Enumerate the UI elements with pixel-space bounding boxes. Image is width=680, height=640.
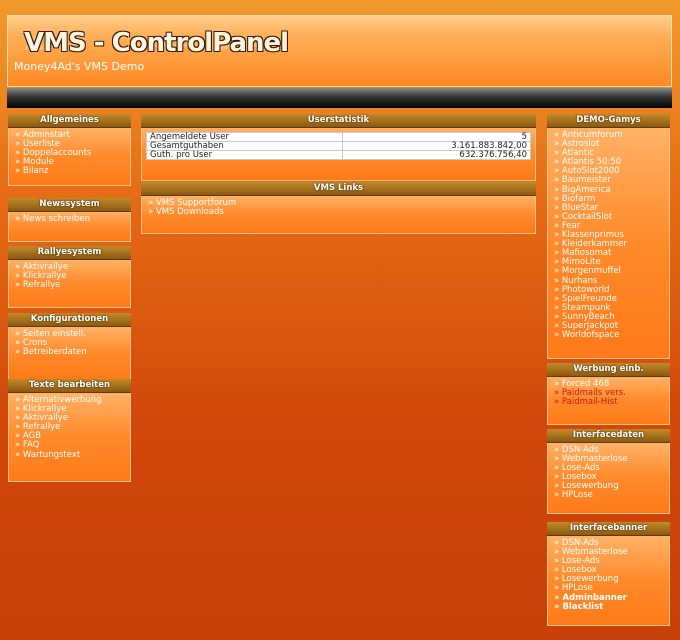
menu-link-blacklist[interactable]: Blacklist	[554, 602, 663, 612]
box-title: Rallyesystem	[8, 246, 131, 260]
box-title: Werbung einb.	[547, 363, 670, 377]
box-title: VMS Links	[141, 182, 536, 196]
box-title: Allgemeines	[8, 114, 131, 128]
box-title: Konfigurationen	[8, 313, 131, 327]
menu-link-refrallye[interactable]: Refrallye	[15, 281, 124, 290]
box-rallyesystem: Rallyesystem AktivrallyeKlickrallyeRefra…	[8, 246, 131, 308]
menu-link-vms-downloads[interactable]: VMS Downloads	[148, 207, 529, 217]
stat-label: Guth. pro User	[146, 150, 343, 160]
box-title: Texte bearbeiten	[8, 379, 131, 393]
box-body: Forced 468Paidmails vers.Paidmail-Hist	[547, 377, 670, 425]
box-body: AlternativwerbungKlickrallyeAktivrallyeR…	[8, 393, 131, 482]
box-body: DSN-AdsWebmasterloseLose-AdsLoseboxLosew…	[547, 536, 670, 626]
stats-table: Angemeldete User 5 Gesamtguthaben 3.161.883…	[146, 132, 532, 160]
box-vms-links: VMS Links VMS SupportforumVMS Downloads	[141, 182, 536, 234]
page-subtitle: Money4Ad's VMS Demo	[14, 60, 145, 73]
box-body: DSN-AdsWebmasterloseLose-AdsLoseboxLosew…	[547, 443, 670, 514]
menu-link-bilanz[interactable]: Bilanz	[15, 167, 124, 176]
page-title: VMS - ControlPanel	[24, 28, 289, 58]
header-divider-bar	[7, 88, 672, 108]
menu-link-betreiberdaten[interactable]: Betreiberdaten	[15, 348, 124, 357]
menu-konfigurationen: Seiten einstell.CronsBetreiberdaten	[15, 329, 124, 357]
menu-werbung-einb: Forced 468Paidmails vers.Paidmail-Hist	[554, 379, 663, 407]
box-werbung-einb: Werbung einb. Forced 468Paidmails vers.P…	[547, 363, 670, 425]
box-title: DEMO-Gamys	[547, 114, 670, 128]
box-title: Newssystem	[8, 198, 131, 212]
box-body: AnticumforumAstroslotAtlanticAtlantis 50…	[547, 128, 670, 359]
box-interfacebanner: Interfacebanner DSN-AdsWebmasterloseLose…	[547, 522, 670, 626]
menu-link-wartungstext[interactable]: Wartungstext	[15, 450, 124, 460]
box-body: AdminstartUserlisteDoppelaccountsModuleB…	[8, 128, 131, 186]
menu-newssystem: News schreiben	[15, 214, 124, 224]
menu-vms-links: VMS SupportforumVMS Downloads	[148, 198, 529, 217]
box-title: Interfacedaten	[547, 429, 670, 443]
menu-link-hplose[interactable]: HPLose	[554, 491, 663, 500]
menu-allgemeines: AdminstartUserlisteDoppelaccountsModuleB…	[15, 130, 124, 176]
menu-link-paidmail-hist[interactable]: Paidmail-Hist	[554, 398, 663, 407]
table-row: Guth. pro User 632.376.756,40	[146, 150, 532, 160]
header-banner: VMS - ControlPanel VMS - ControlPanel Mo…	[7, 15, 672, 87]
stat-value: 632.376.756,40	[341, 150, 532, 160]
box-userstatistik: Userstatistik Angemeldete User 5 Gesamtgut…	[141, 114, 536, 181]
box-interfacedaten: Interfacedaten DSN-AdsWebmasterloseLose-…	[547, 429, 670, 514]
box-body: Angemeldete User 5 Gesamtguthaben 3.161.883…	[141, 128, 536, 181]
box-body: News schreiben	[8, 212, 131, 242]
box-body: VMS SupportforumVMS Downloads	[141, 196, 536, 234]
box-demo-gamys: DEMO-Gamys AnticumforumAstroslotAtlantic…	[547, 114, 670, 359]
box-body: AktivrallyeKlickrallyeRefrallye	[8, 260, 131, 308]
box-newssystem: Newssystem News schreiben	[8, 198, 131, 242]
menu-link-worldofspace[interactable]: Worldofspace	[554, 330, 663, 340]
box-title: Interfacebanner	[547, 522, 670, 536]
menu-rallyesystem: AktivrallyeKlickrallyeRefrallye	[15, 262, 124, 290]
menu-interfacedaten: DSN-AdsWebmasterloseLose-AdsLoseboxLosew…	[554, 445, 663, 501]
box-title: Userstatistik	[141, 114, 536, 128]
box-konfigurationen: Konfigurationen Seiten einstell.CronsBet…	[8, 313, 131, 380]
box-body: Seiten einstell.CronsBetreiberdaten	[8, 327, 131, 380]
box-texte-bearbeiten: Texte bearbeiten AlternativwerbungKlickr…	[8, 379, 131, 482]
menu-link-news-schreiben[interactable]: News schreiben	[15, 214, 124, 224]
box-allgemeines: Allgemeines AdminstartUserlisteDoppelacc…	[8, 114, 131, 186]
menu-texte-bearbeiten: AlternativwerbungKlickrallyeAktivrallyeR…	[15, 395, 124, 460]
menu-interfacebanner: DSN-AdsWebmasterloseLose-AdsLoseboxLosew…	[554, 538, 663, 612]
menu-demo-gamys: AnticumforumAstroslotAtlanticAtlantis 50…	[554, 130, 663, 340]
